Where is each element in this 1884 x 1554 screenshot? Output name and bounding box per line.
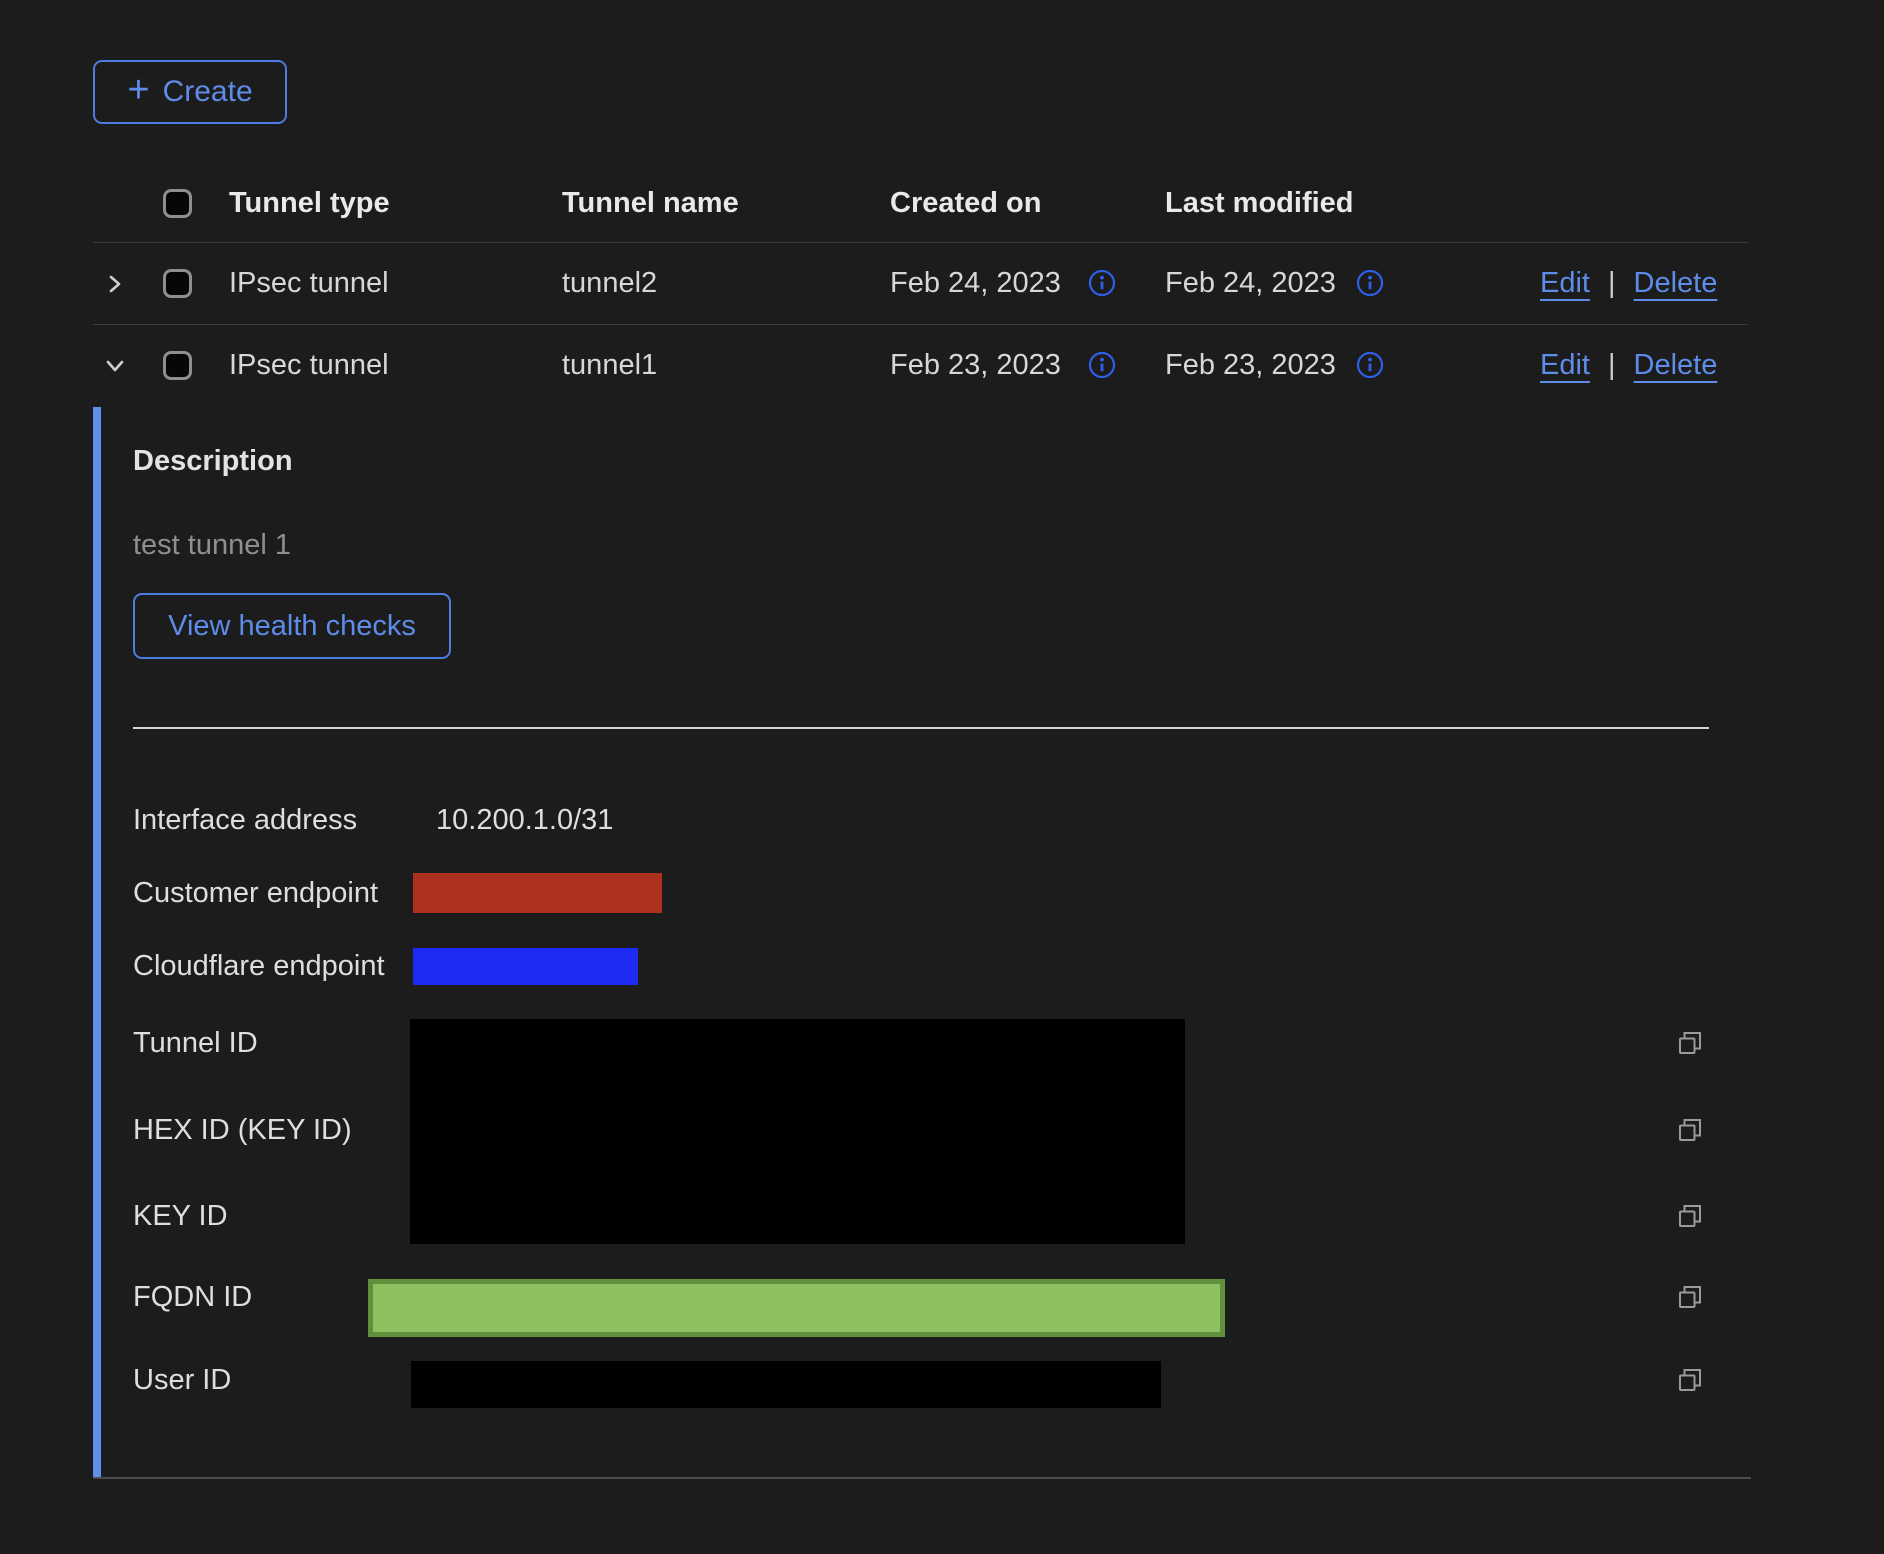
ids-redacted-value: [410, 1019, 1185, 1244]
table-row: IPsec tunnel tunnel2 Feb 24, 2023 Feb 24…: [93, 243, 1748, 325]
user-id-redacted-value: [411, 1361, 1161, 1408]
copy-icon[interactable]: [1676, 1116, 1704, 1144]
chevron-right-icon[interactable]: [101, 270, 129, 298]
fqdn-id-redacted-value: [368, 1279, 1225, 1337]
field-label-customer-endpoint: Customer endpoint: [133, 873, 378, 913]
table-row: IPsec tunnel tunnel1 Feb 23, 2023 Feb 23…: [93, 325, 1748, 406]
copy-icon[interactable]: [1676, 1366, 1704, 1394]
select-all-checkbox[interactable]: [163, 189, 192, 218]
tunnel-type-cell: IPsec tunnel: [229, 349, 389, 382]
expanded-row-details: Description test tunnel 1 View health ch…: [93, 407, 1751, 1479]
info-icon[interactable]: [1355, 350, 1385, 380]
tunnels-table: Tunnel type Tunnel name Created on Last …: [93, 165, 1748, 406]
field-label-interface-address: Interface address: [133, 800, 357, 840]
copy-icon[interactable]: [1676, 1202, 1704, 1230]
tunnels-page: + Create Tunnel type Tunnel name Created…: [0, 0, 1884, 1554]
info-icon[interactable]: [1087, 350, 1117, 380]
field-label-cloudflare-endpoint: Cloudflare endpoint: [133, 946, 385, 986]
tunnel-type-cell: IPsec tunnel: [229, 267, 389, 300]
tunnel-name-cell: tunnel2: [562, 267, 657, 300]
create-button-label: Create: [163, 75, 253, 109]
edit-link[interactable]: Edit: [1540, 349, 1590, 382]
field-label-tunnel-id: Tunnel ID: [133, 1023, 258, 1063]
copy-icon[interactable]: [1676, 1283, 1704, 1311]
last-modified-cell: Feb 23, 2023: [1165, 349, 1336, 382]
description-value: test tunnel 1: [133, 529, 291, 562]
interface-address-value: 10.200.1.0/31: [436, 800, 613, 840]
created-on-cell: Feb 24, 2023: [890, 267, 1061, 300]
delete-link[interactable]: Delete: [1634, 349, 1718, 382]
customer-endpoint-redacted-value: [413, 873, 662, 913]
actions-separator: |: [1608, 349, 1616, 382]
info-icon[interactable]: [1087, 268, 1117, 298]
expanded-accent-bar: [93, 407, 101, 1477]
edit-link[interactable]: Edit: [1540, 267, 1590, 300]
field-label-fqdn-id: FQDN ID: [133, 1277, 252, 1317]
copy-icon[interactable]: [1676, 1029, 1704, 1057]
plus-icon: +: [127, 71, 149, 109]
section-divider: [133, 727, 1709, 729]
description-label: Description: [133, 445, 293, 478]
tunnel-name-cell: tunnel1: [562, 349, 657, 382]
field-label-hex-id: HEX ID (KEY ID): [133, 1110, 352, 1150]
created-on-cell: Feb 23, 2023: [890, 349, 1061, 382]
header-tunnel-type: Tunnel type: [229, 187, 390, 220]
view-health-checks-button[interactable]: View health checks: [133, 593, 451, 659]
info-icon[interactable]: [1355, 268, 1385, 298]
header-created-on: Created on: [890, 187, 1041, 220]
table-header-row: Tunnel type Tunnel name Created on Last …: [93, 165, 1748, 243]
row-actions: Edit | Delete: [1540, 349, 1717, 382]
row-checkbox[interactable]: [163, 351, 192, 380]
delete-link[interactable]: Delete: [1634, 267, 1718, 300]
actions-separator: |: [1608, 267, 1616, 300]
header-tunnel-name: Tunnel name: [562, 187, 739, 220]
field-label-key-id: KEY ID: [133, 1196, 228, 1236]
row-checkbox[interactable]: [163, 269, 192, 298]
create-button[interactable]: + Create: [93, 60, 287, 124]
last-modified-cell: Feb 24, 2023: [1165, 267, 1336, 300]
cloudflare-endpoint-redacted-value: [413, 948, 638, 985]
row-actions: Edit | Delete: [1540, 267, 1717, 300]
field-label-user-id: User ID: [133, 1360, 231, 1400]
header-last-modified: Last modified: [1165, 187, 1354, 220]
chevron-down-icon[interactable]: [101, 352, 129, 380]
